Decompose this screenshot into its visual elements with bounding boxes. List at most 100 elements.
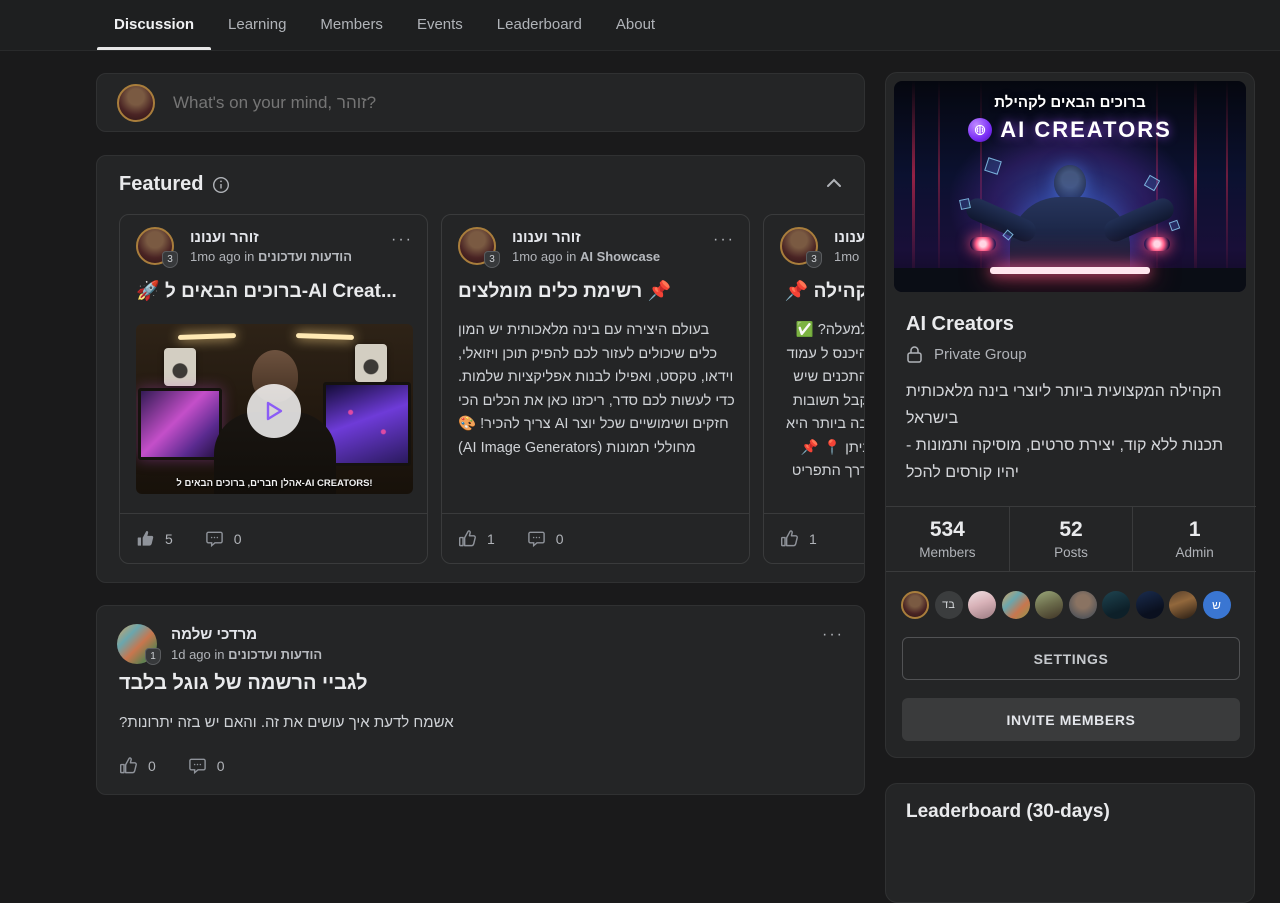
video-thumbnail[interactable]: אהלן חברים, ברוכים הבאים ל-AI CREATORS! — [136, 324, 413, 494]
member-avatar[interactable] — [1169, 591, 1197, 619]
comment-count: 0 — [556, 531, 564, 547]
group-description: הקהילה המקצועית ביותר ליוצרי בינה מלאכות… — [906, 378, 1238, 486]
video-caption: אהלן חברים, ברוכים הבאים ל-AI CREATORS! — [136, 478, 413, 489]
level-badge: 1 — [145, 648, 161, 665]
stat-posts: 52 Posts — [1009, 507, 1133, 571]
studio-light — [296, 333, 354, 340]
tab-discussion[interactable]: Discussion — [97, 0, 211, 50]
member-avatar[interactable] — [901, 591, 929, 619]
category-link[interactable]: הודעות ועדכונים — [258, 249, 352, 264]
brain-logo-icon — [968, 118, 992, 142]
more-options-icon[interactable]: ··· — [713, 231, 735, 249]
feed-post[interactable]: 1 מרדכי שלמה 1d ago in הודעות ועדכונים ·… — [96, 605, 865, 795]
level-badge: 3 — [806, 251, 822, 268]
featured-card-tools[interactable]: 3 זוהר וענונו 1mo ago in AI Showcase ···… — [441, 214, 750, 564]
comment-button[interactable] — [188, 756, 207, 775]
post-meta: 1mo — [834, 249, 859, 264]
tab-leaderboard[interactable]: Leaderboard — [480, 0, 599, 50]
stat-admins: 1 Admin — [1132, 507, 1256, 571]
post-meta: 1mo ago in AI Showcase — [512, 249, 660, 264]
like-count: 5 — [165, 531, 173, 547]
play-icon[interactable] — [247, 384, 301, 438]
comment-button[interactable] — [527, 529, 546, 548]
stat-members: 534 Members — [886, 507, 1009, 571]
lock-icon — [906, 345, 923, 364]
like-button[interactable] — [780, 529, 799, 548]
current-user-avatar[interactable] — [117, 84, 155, 122]
category-link[interactable]: הודעות ועדכונים — [228, 647, 322, 662]
top-navigation: Discussion Learning Members Events Leade… — [0, 0, 1280, 51]
comment-button[interactable] — [205, 529, 224, 548]
member-avatar[interactable] — [1102, 591, 1130, 619]
figure-head — [1054, 165, 1086, 201]
featured-section: Featured 3 זוהר וענונו 1mo ago in הודעות… — [96, 155, 865, 583]
tab-members[interactable]: Members — [303, 0, 400, 50]
leaderboard-card: Leaderboard (30-days) — [885, 783, 1255, 903]
member-avatars: בד ש — [901, 591, 1231, 619]
speaker — [355, 344, 387, 382]
settings-button[interactable]: SETTINGS — [902, 637, 1240, 680]
light-streak — [1226, 81, 1228, 292]
author-name[interactable]: זוהר וענונו — [190, 229, 259, 246]
post-body: למעלה? ✅ היכנס ל עמוד התכנים שיש קבל תשו… — [778, 319, 865, 484]
tab-events[interactable]: Events — [400, 0, 480, 50]
group-banner-image: ברוכים הבאים לקהילת AI CREATORS — [894, 81, 1246, 292]
comment-count: 0 — [234, 531, 242, 547]
post-meta: 1d ago in הודעות ועדכונים — [171, 647, 322, 662]
light-streak — [938, 81, 940, 292]
like-button[interactable] — [136, 529, 155, 548]
group-name: AI Creators — [906, 313, 1014, 336]
post-composer[interactable] — [96, 73, 865, 132]
author-name[interactable]: מרדכי שלמה — [171, 626, 257, 643]
member-avatar[interactable] — [968, 591, 996, 619]
group-stats: 534 Members 52 Posts 1 Admin — [886, 506, 1256, 572]
like-count: 1 — [487, 531, 495, 547]
post-title[interactable]: 🚀 ברוכים הבאים ל-AI Creat... — [136, 279, 413, 303]
info-icon[interactable] — [212, 176, 230, 194]
member-avatar[interactable]: בד — [935, 591, 963, 619]
level-badge: 3 — [162, 251, 178, 268]
banner-brand-text: AI CREATORS — [1000, 117, 1172, 143]
chevron-up-icon[interactable] — [826, 178, 842, 188]
post-body: אשמח לדעת איך עושים את זה. והאם יש בזה י… — [119, 714, 454, 731]
post-meta: 1mo ago in הודעות ועדכונים — [190, 249, 352, 264]
member-avatar[interactable] — [1136, 591, 1164, 619]
invite-members-button[interactable]: INVITE MEMBERS — [902, 698, 1240, 741]
floating-cube — [959, 198, 971, 210]
like-count: 0 — [148, 758, 156, 774]
monitor-right — [323, 382, 411, 466]
privacy-label: Private Group — [934, 346, 1027, 363]
featured-card-welcome[interactable]: 3 זוהר וענונו 1mo ago in הודעות ועדכונים… — [119, 214, 428, 564]
post-title[interactable]: 📌 רשימת כלים מומלצים — [458, 279, 735, 303]
author-name[interactable]: זוהר וענונו — [834, 229, 865, 246]
member-avatar[interactable]: ש — [1203, 591, 1231, 619]
more-options-icon[interactable]: ··· — [391, 231, 413, 249]
author-name[interactable]: זוהר וענונו — [512, 229, 581, 246]
glowing-keyboard — [990, 267, 1150, 274]
member-avatar[interactable] — [1035, 591, 1063, 619]
composer-input[interactable] — [173, 93, 844, 113]
post-title[interactable]: לגביי הרשמה של גוגל בלבד — [119, 672, 368, 695]
featured-title: Featured — [119, 173, 203, 196]
monitor-left — [138, 388, 222, 460]
tab-learning[interactable]: Learning — [211, 0, 303, 50]
member-avatar[interactable] — [1002, 591, 1030, 619]
glowing-hand — [970, 237, 996, 251]
category-link[interactable]: AI Showcase — [580, 249, 660, 264]
like-count: 1 — [809, 531, 817, 547]
like-button[interactable] — [119, 756, 138, 775]
featured-card-community[interactable]: 3 זוהר וענונו 1mo קהילה 📌 למעלה? ✅ היכנס… — [763, 214, 865, 564]
post-title[interactable]: קהילה 📌 — [778, 279, 865, 303]
like-button[interactable] — [458, 529, 477, 548]
light-streak — [912, 81, 915, 292]
post-body: בעולם היצירה עם בינה מלאכותית יש המון כל… — [458, 319, 735, 460]
member-avatar[interactable] — [1069, 591, 1097, 619]
speaker — [164, 348, 196, 386]
leaderboard-title: Leaderboard (30-days) — [906, 801, 1110, 823]
comment-count: 0 — [217, 758, 225, 774]
group-info-card: ברוכים הבאים לקהילת AI CREATORS AI Creat… — [885, 72, 1255, 758]
tab-about[interactable]: About — [599, 0, 672, 50]
level-badge: 3 — [484, 251, 500, 268]
glowing-hand — [1144, 237, 1170, 251]
more-options-icon[interactable]: ··· — [822, 626, 844, 644]
